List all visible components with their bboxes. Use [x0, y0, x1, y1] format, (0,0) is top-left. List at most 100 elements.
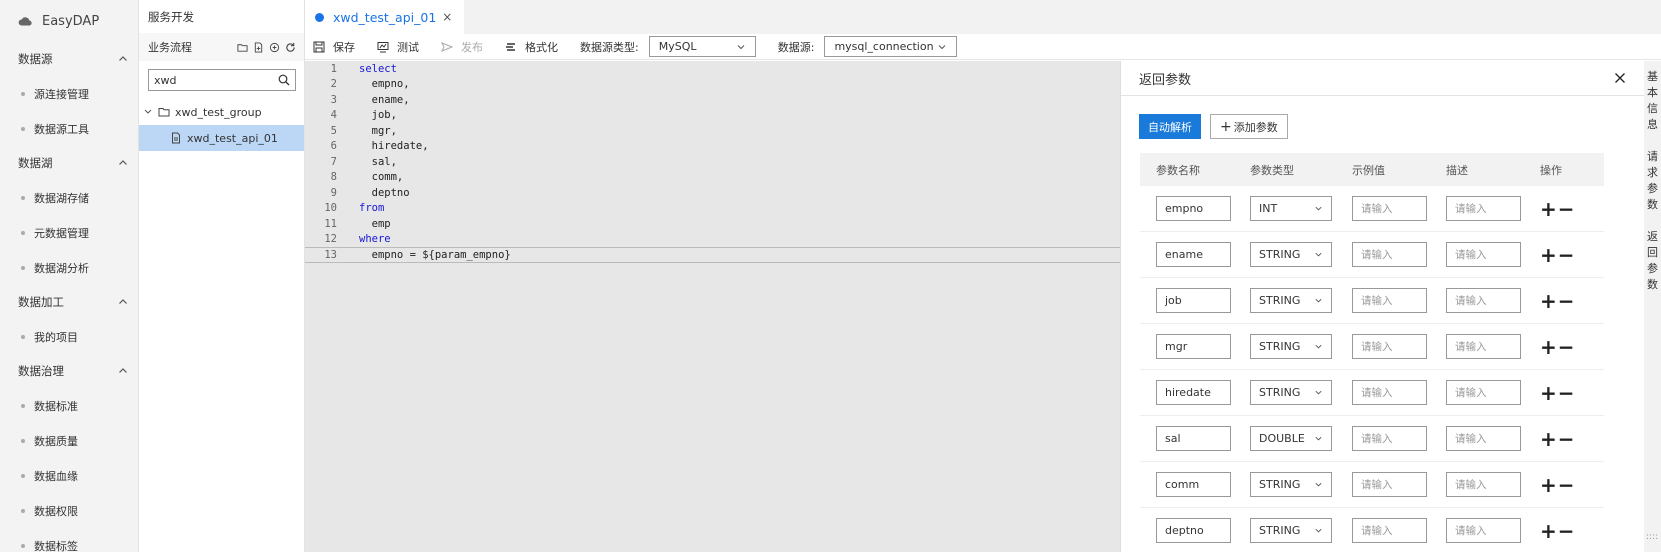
tree-node-api[interactable]: xwd_test_api_01: [139, 125, 304, 151]
sync-icon[interactable]: [269, 42, 280, 53]
description-input[interactable]: 请输入: [1446, 380, 1521, 405]
chevron-down-icon: [1315, 298, 1322, 303]
sidebar-group-label: 数据湖: [18, 156, 53, 170]
test-button[interactable]: 测试: [377, 39, 419, 55]
sidebar-item[interactable]: 数据质量: [0, 423, 138, 458]
description-input[interactable]: 请输入: [1446, 242, 1521, 267]
remove-row-icon[interactable]: −: [1558, 289, 1575, 313]
chevron-down-icon[interactable]: [144, 108, 152, 116]
tree-search-input[interactable]: xwd: [148, 69, 296, 91]
example-input[interactable]: 请输入: [1352, 380, 1427, 405]
sidebar-item[interactable]: 数据源工具: [0, 111, 138, 146]
new-file-icon[interactable]: [253, 41, 264, 53]
param-name-input[interactable]: mgr: [1156, 334, 1231, 359]
sidebar-item[interactable]: 元数据管理: [0, 215, 138, 250]
sidebar-item[interactable]: 源连接管理: [0, 76, 138, 111]
sidebar-item[interactable]: 数据血缘: [0, 458, 138, 493]
close-tab-icon[interactable]: ×: [442, 10, 452, 24]
chevron-up-icon[interactable]: [118, 297, 128, 307]
param-type-select[interactable]: DOUBLE: [1250, 426, 1332, 451]
main-area: xwd_test_api_01 × 保存 测试 发布 格式化 数据源类型: My…: [305, 0, 1661, 552]
example-input[interactable]: 请输入: [1352, 518, 1427, 543]
example-input[interactable]: 请输入: [1352, 472, 1427, 497]
add-row-icon[interactable]: +: [1540, 289, 1557, 313]
tree-search-value: xwd: [154, 73, 177, 87]
param-type-select[interactable]: STRING: [1250, 288, 1332, 313]
add-row-icon[interactable]: +: [1540, 381, 1557, 405]
auto-parse-button[interactable]: 自动解析: [1139, 114, 1201, 139]
example-input[interactable]: 请输入: [1352, 242, 1427, 267]
add-row-icon[interactable]: +: [1540, 197, 1557, 221]
example-input[interactable]: 请输入: [1352, 196, 1427, 221]
save-button[interactable]: 保存: [313, 39, 355, 55]
param-type-select[interactable]: STRING: [1250, 518, 1332, 543]
right-tab-char: 回: [1647, 246, 1658, 259]
refresh-icon[interactable]: [285, 42, 296, 53]
chevron-up-icon[interactable]: [118, 366, 128, 376]
param-name-input[interactable]: job: [1156, 288, 1231, 313]
description-input[interactable]: 请输入: [1446, 288, 1521, 313]
param-type-select[interactable]: STRING: [1250, 472, 1332, 497]
new-folder-icon[interactable]: [237, 42, 248, 53]
sidebar-group-1[interactable]: 数据湖: [0, 146, 138, 180]
example-input[interactable]: 请输入: [1352, 334, 1427, 359]
tab-label: xwd_test_api_01: [333, 9, 437, 25]
search-icon[interactable]: [278, 74, 290, 86]
sidebar-item[interactable]: 数据标准: [0, 388, 138, 423]
ds-type-select[interactable]: MySQL: [648, 36, 756, 57]
param-type-select[interactable]: STRING: [1250, 242, 1332, 267]
example-input[interactable]: 请输入: [1352, 426, 1427, 451]
tree-node-group[interactable]: xwd_test_group: [139, 99, 304, 125]
sidebar-item[interactable]: 数据湖分析: [0, 250, 138, 285]
resize-grip[interactable]: ::::: [1646, 532, 1658, 542]
right-tab-0[interactable]: 基本信息: [1644, 61, 1661, 141]
param-name-input[interactable]: deptno: [1156, 518, 1231, 543]
sidebar-item[interactable]: 我的项目: [0, 319, 138, 354]
param-type-select[interactable]: STRING: [1250, 334, 1332, 359]
remove-row-icon[interactable]: −: [1558, 381, 1575, 405]
description-input[interactable]: 请输入: [1446, 334, 1521, 359]
sidebar-item[interactable]: 数据湖存储: [0, 180, 138, 215]
chevron-up-icon[interactable]: [118, 158, 128, 168]
description-input[interactable]: 请输入: [1446, 518, 1521, 543]
remove-row-icon[interactable]: −: [1558, 335, 1575, 359]
add-row-icon[interactable]: +: [1540, 519, 1557, 543]
close-icon[interactable]: [1614, 72, 1626, 84]
add-row-icon[interactable]: +: [1540, 243, 1557, 267]
sidebar-item[interactable]: 数据权限: [0, 493, 138, 528]
sql-editor[interactable]: 1 select 2 empno, 3 ename, 4 job, 5 mgr, 6 hir…: [305, 61, 1120, 552]
param-name-input[interactable]: comm: [1156, 472, 1231, 497]
example-input[interactable]: 请输入: [1352, 288, 1427, 313]
remove-row-icon[interactable]: −: [1558, 427, 1575, 451]
description-input[interactable]: 请输入: [1446, 472, 1521, 497]
remove-row-icon[interactable]: −: [1558, 197, 1575, 221]
remove-row-icon[interactable]: −: [1558, 473, 1575, 497]
add-row-icon[interactable]: +: [1540, 335, 1557, 359]
param-name-input[interactable]: sal: [1156, 426, 1231, 451]
param-type-select[interactable]: INT: [1250, 196, 1332, 221]
remove-row-icon[interactable]: −: [1558, 519, 1575, 543]
add-param-button[interactable]: + 添加参数: [1210, 114, 1288, 139]
add-row-icon[interactable]: +: [1540, 473, 1557, 497]
sidebar-item[interactable]: 数据标签: [0, 528, 138, 552]
param-name-input[interactable]: empno: [1156, 196, 1231, 221]
remove-row-icon[interactable]: −: [1558, 243, 1575, 267]
param-name-input[interactable]: hiredate: [1156, 380, 1231, 405]
add-row-icon[interactable]: +: [1540, 427, 1557, 451]
sidebar-group-0[interactable]: 数据源: [0, 42, 138, 76]
param-type-select[interactable]: STRING: [1250, 380, 1332, 405]
chevron-up-icon[interactable]: [118, 54, 128, 64]
logo[interactable]: EasyDAP: [0, 0, 138, 42]
tab-api[interactable]: xwd_test_api_01 ×: [305, 0, 465, 34]
sidebar-group-2[interactable]: 数据加工: [0, 285, 138, 319]
param-name-input[interactable]: ename: [1156, 242, 1231, 267]
description-input[interactable]: 请输入: [1446, 196, 1521, 221]
publish-button[interactable]: 发布: [441, 39, 483, 55]
sidebar-group-3[interactable]: 数据治理: [0, 354, 138, 388]
right-tab-1[interactable]: 请求参数: [1644, 141, 1661, 221]
right-tab-2[interactable]: 返回参数: [1644, 221, 1661, 301]
description-input[interactable]: 请输入: [1446, 426, 1521, 451]
cell: INT: [1234, 196, 1336, 221]
format-button[interactable]: 格式化: [505, 39, 558, 55]
ds-select[interactable]: mysql_connection: [824, 36, 958, 57]
